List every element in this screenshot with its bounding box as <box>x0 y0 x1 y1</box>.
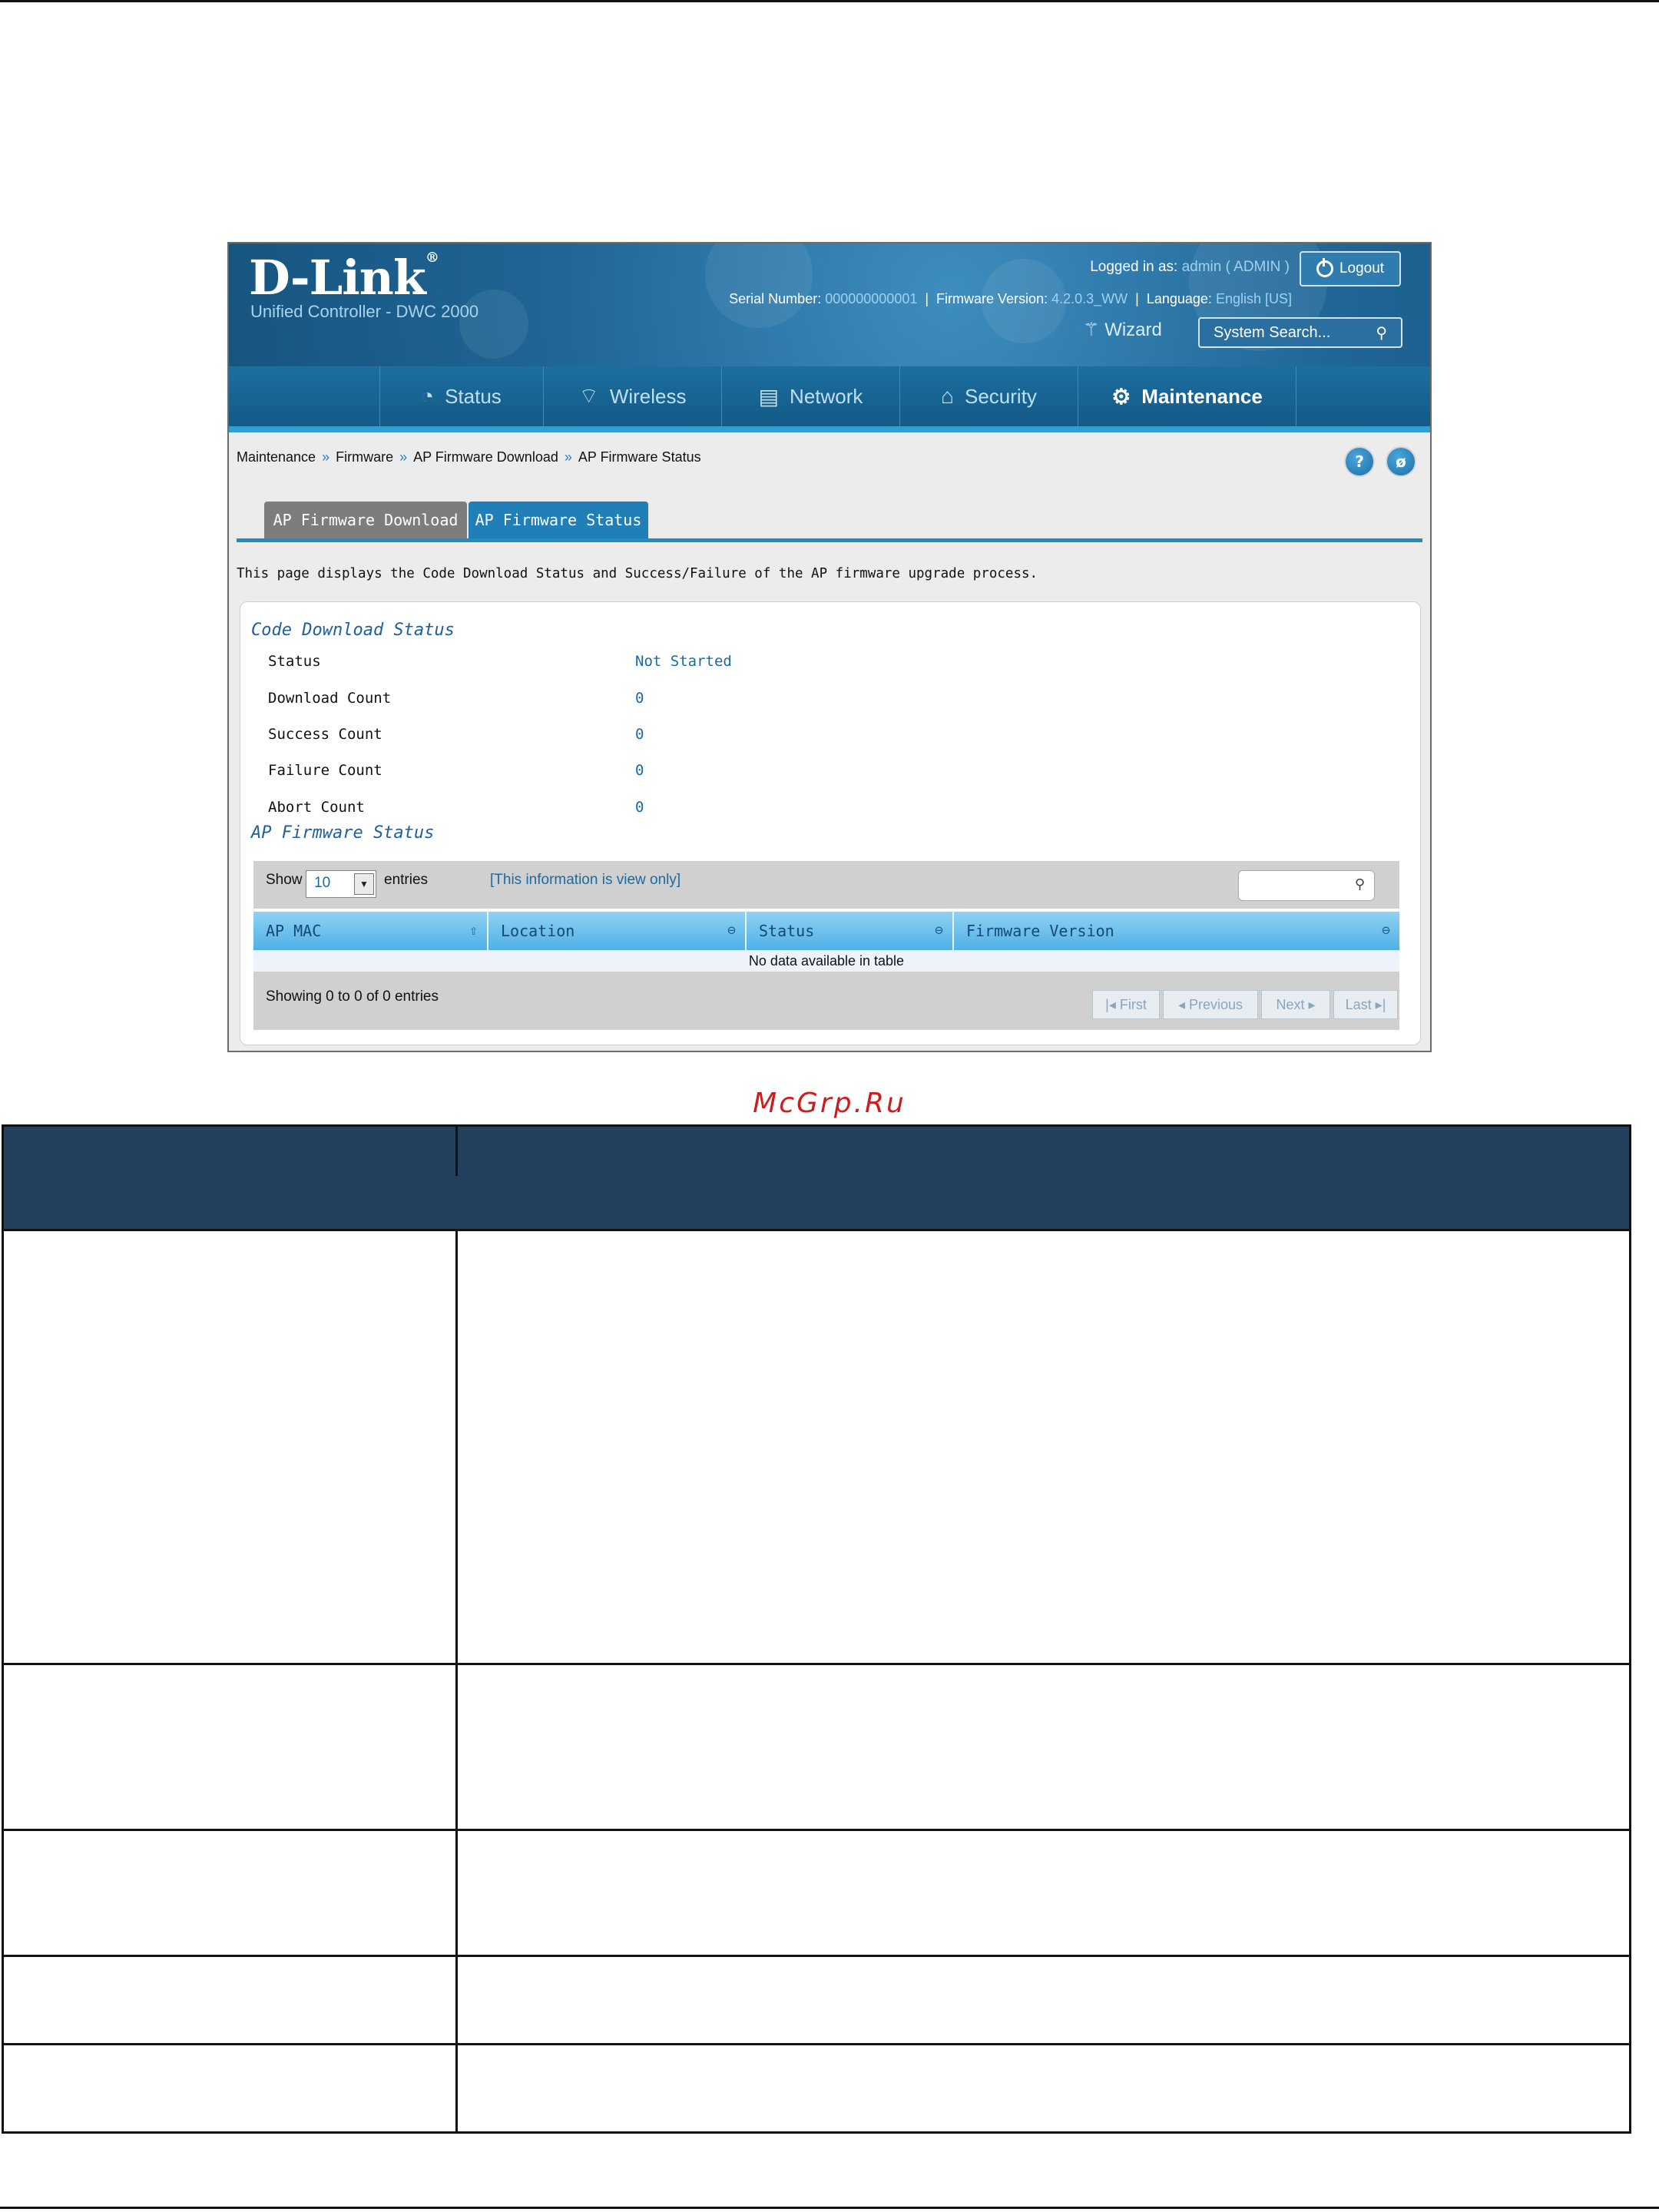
system-search-input[interactable]: System Search... ⚲ <box>1198 317 1402 348</box>
product-subtitle: Unified Controller - DWC 2000 <box>250 302 479 321</box>
wifi-icon: ⌔ <box>578 383 599 408</box>
table-search-input[interactable]: ⚲ <box>1238 870 1375 901</box>
controller-screenshot: D-Link® Unified Controller - DWC 2000 Lo… <box>227 242 1432 1052</box>
logout-button[interactable]: Logout <box>1300 251 1401 286</box>
page-description: This page displays the Code Download Sta… <box>237 566 1038 581</box>
breadcrumb: Maintenance» Firmware» AP Firmware Downloa… <box>237 449 701 465</box>
field-label: Failure Count <box>268 762 382 779</box>
previous-page-button[interactable]: ◂ Previous <box>1163 990 1258 1019</box>
crumb-ap-firmware-status: AP Firmware Status <box>578 449 701 465</box>
code-download-title: Code Download Status <box>251 621 455 640</box>
nav-status[interactable]: ◔ Status <box>379 366 544 426</box>
table-row <box>2 1957 1631 2045</box>
chevron-down-icon: ▼ <box>354 873 374 895</box>
column-divider <box>455 1127 458 1176</box>
gears-icon: ⚙ <box>1111 384 1131 409</box>
column-header-ap-mac[interactable]: AP MAC ⇧ <box>253 912 488 950</box>
crumb-firmware[interactable]: Firmware <box>336 449 393 465</box>
table-row <box>2 2045 1631 2134</box>
showing-entries: Showing 0 to 0 of 0 entries <box>266 988 439 1005</box>
app-header: D-Link® Unified Controller - DWC 2000 Lo… <box>229 243 1430 366</box>
nav-wireless[interactable]: ⌔ Wireless <box>544 366 722 426</box>
power-icon <box>1316 258 1333 277</box>
table-toolbar: Show 10 ▼ entries [This information is v… <box>253 861 1399 909</box>
field-label: Status <box>268 653 321 670</box>
tab-ap-firmware-status[interactable]: AP Firmware Status <box>469 502 648 538</box>
wizard-link[interactable]: ⚚ Wizard <box>1083 319 1162 341</box>
page-top-rule <box>0 0 1659 2</box>
watermark: McGrp.Ru <box>753 1088 906 1119</box>
field-value: 0 <box>635 762 644 779</box>
column-divider <box>455 1231 458 1663</box>
main-nav: ◔ Status ⌔ Wireless ▤ Network ⌂ Security ⚙ Ma… <box>229 366 1430 432</box>
crumb-ap-firmware-download[interactable]: AP Firmware Download <box>413 449 558 465</box>
sort-icon: ⊖ <box>935 922 943 939</box>
dlink-logo: D-Link® <box>249 250 439 306</box>
table-section-row <box>2 1176 1631 1231</box>
field-value: 0 <box>635 690 644 707</box>
column-divider <box>455 1665 458 1829</box>
next-page-button[interactable]: Next ▸ <box>1261 990 1330 1019</box>
column-header-location[interactable]: Location ⊖ <box>488 912 747 950</box>
table-footer: Showing 0 to 0 of 0 entries |◂ First ◂ P… <box>253 972 1399 1030</box>
entries-select[interactable]: 10 ▼ <box>306 870 376 898</box>
field-value: 0 <box>635 726 644 743</box>
column-divider <box>455 2045 458 2131</box>
last-icon: ▸| <box>1371 996 1386 1012</box>
column-divider <box>455 1831 458 1955</box>
show-label: Show <box>266 872 303 888</box>
nav-maintenance[interactable]: ⚙ Maintenance <box>1078 366 1296 426</box>
field-label: Download Count <box>268 690 392 707</box>
table-row <box>2 1831 1631 1957</box>
lock-icon: ⌂ <box>941 384 954 408</box>
nav-security[interactable]: ⌂ Security <box>900 366 1078 426</box>
view-only-note: [This information is view only] <box>490 872 681 888</box>
first-page-button[interactable]: |◂ First <box>1092 990 1160 1019</box>
tab-ap-firmware-download[interactable]: AP Firmware Download <box>264 502 467 538</box>
prev-icon: ◂ <box>1177 996 1189 1012</box>
table-row <box>2 1665 1631 1831</box>
decor-bubble <box>459 290 528 359</box>
decor-bubble <box>705 243 813 328</box>
ap-firmware-status-title: AP Firmware Status <box>251 823 435 843</box>
sort-icon: ⊖ <box>727 922 736 939</box>
column-header-firmware-version[interactable]: Firmware Version ⊖ <box>954 912 1399 950</box>
page-bottom-rule <box>0 2207 1659 2209</box>
column-header-status[interactable]: Status ⊖ <box>747 912 954 950</box>
field-value: 0 <box>635 799 644 816</box>
table-row <box>2 1231 1631 1665</box>
wand-icon: ⚚ <box>1083 320 1100 340</box>
tab-underline <box>237 538 1422 542</box>
sort-icon: ⊖ <box>1382 922 1390 939</box>
table-header: AP MAC ⇧ Location ⊖ Status ⊖ Firmware Versi… <box>253 912 1399 950</box>
first-icon: |◂ <box>1105 996 1120 1012</box>
nav-network[interactable]: ▤ Network <box>722 366 900 426</box>
dashboard-icon: ◔ <box>421 384 435 408</box>
empty-table-message: No data available in table <box>253 950 1399 972</box>
last-page-button[interactable]: Last ▸| <box>1333 990 1398 1019</box>
language-link[interactable]: English [US] <box>1216 291 1292 306</box>
search-icon: ⚲ <box>1354 876 1365 892</box>
sort-asc-icon: ⇧ <box>469 922 478 939</box>
login-info: Logged in as: admin ( ADMIN ) <box>1090 259 1290 275</box>
info-icon[interactable]: ø <box>1386 446 1416 477</box>
monitor-icon: ▤ <box>758 384 780 409</box>
device-info: Serial Number: 000000000001 | Firmware Ver… <box>729 291 1292 306</box>
field-label: Success Count <box>268 726 382 743</box>
table-header-row <box>2 1124 1631 1178</box>
help-icon[interactable]: ? <box>1344 446 1375 477</box>
field-label: Abort Count <box>268 799 365 816</box>
entries-label: entries <box>384 872 429 888</box>
crumb-maintenance[interactable]: Maintenance <box>237 449 316 465</box>
search-icon: ⚲ <box>1376 325 1387 342</box>
column-divider <box>455 1957 458 2043</box>
field-value: Not Started <box>635 653 732 670</box>
next-icon: ▸ <box>1304 996 1316 1012</box>
